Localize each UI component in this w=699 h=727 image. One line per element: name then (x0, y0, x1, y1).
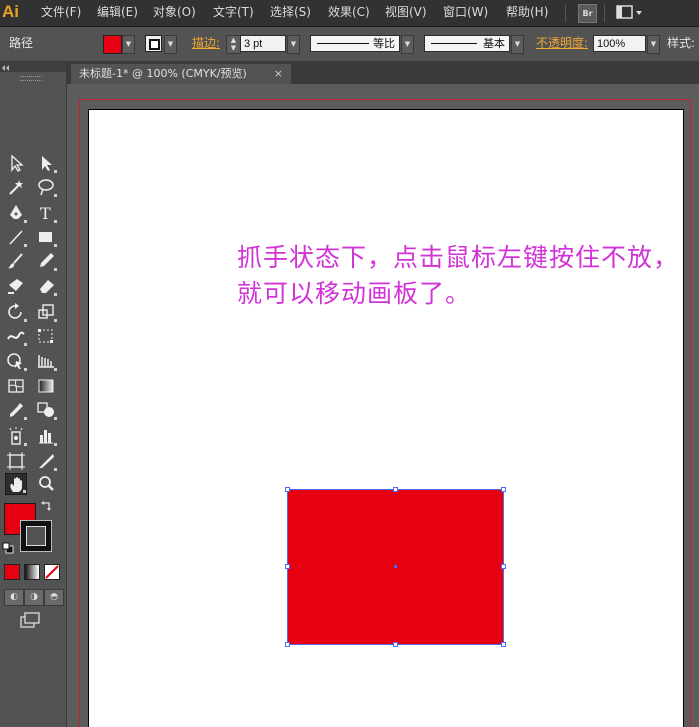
menu-edit[interactable]: 编辑(E) (97, 0, 138, 26)
none-slash-icon (45, 565, 59, 579)
scale-tool-icon[interactable] (35, 301, 57, 323)
selection-tool-icon[interactable] (5, 152, 27, 174)
gradient-tool-icon[interactable] (35, 375, 57, 397)
draw-inside-button[interactable]: ◓ (44, 589, 64, 606)
stroke-dropdown-arrow[interactable]: ▼ (164, 35, 177, 54)
brush-dropdown[interactable]: ▼ (511, 35, 524, 54)
menu-bar: Ai 文件(F) 编辑(E) 对象(O) 文字(T) 选择(S) 效果(C) 视… (0, 0, 699, 27)
workspace-layout-icon (616, 5, 642, 19)
menu-effect[interactable]: 效果(C) (328, 0, 370, 26)
selection-handle[interactable] (285, 487, 290, 492)
menu-view[interactable]: 视图(V) (385, 0, 427, 26)
line-segment-tool-icon[interactable] (5, 226, 27, 248)
svg-text:T: T (40, 204, 51, 223)
none-mode-button[interactable] (44, 564, 60, 580)
default-fill-stroke-icon[interactable] (2, 542, 14, 554)
blend-tool-icon[interactable] (35, 399, 57, 421)
tools-panel: T ◐ ◑ ◓ (0, 62, 67, 727)
variable-width-profile[interactable]: 等比 (310, 35, 400, 52)
brush-line-preview (431, 43, 477, 44)
eyedropper-tool-icon[interactable] (5, 399, 27, 421)
selection-type-label: 路径 (9, 36, 34, 50)
bridge-button[interactable]: Br (578, 4, 597, 23)
width-tool-icon[interactable] (5, 325, 27, 347)
profile-line-preview (317, 43, 369, 44)
menu-divider (604, 4, 605, 22)
selection-handle[interactable] (501, 487, 506, 492)
symbol-sprayer-tool-icon[interactable] (5, 425, 27, 447)
magic-wand-tool-icon[interactable] (5, 176, 27, 198)
instruction-text: 抓手状态下，点击鼠标左键按住不放，就可以移动画板了。 (237, 243, 680, 308)
stroke-weight-dropdown[interactable]: ▼ (287, 35, 300, 54)
selection-handle[interactable] (393, 487, 398, 492)
stroke-color-box[interactable] (20, 520, 52, 552)
color-mode-button[interactable] (4, 564, 20, 580)
selection-handle[interactable] (285, 564, 290, 569)
brush-definition[interactable]: 基本 (424, 35, 510, 52)
stroke-color-swatch[interactable] (145, 35, 162, 52)
zoom-tool-icon[interactable] (35, 473, 57, 495)
artboard-tool-icon[interactable] (5, 450, 27, 472)
workspace-switcher[interactable] (616, 4, 644, 21)
menu-object[interactable]: 对象(O) (153, 0, 196, 26)
draw-behind-button[interactable]: ◑ (24, 589, 44, 606)
fill-dropdown-arrow[interactable]: ▼ (122, 35, 135, 54)
close-tab-icon[interactable]: × (274, 64, 283, 84)
control-bar: 路径 ▼ ▼ 描边: ▲ ▼ 3 pt ▼ 等比 ▼ 基本 ▼ 不透明度: 100… (0, 27, 699, 62)
brush-label: 基本 (483, 37, 505, 50)
pen-tool-icon[interactable] (5, 202, 27, 224)
rectangle-tool-icon[interactable] (35, 226, 57, 248)
stroke-label[interactable]: 描边: (192, 27, 220, 60)
eraser-tool-icon[interactable] (35, 275, 57, 297)
artboard[interactable]: 抓手状态下，点击鼠标左键按住不放，就可以移动画板了。 (88, 109, 684, 727)
rotate-tool-icon[interactable] (5, 301, 27, 323)
tools-panel-header[interactable] (0, 62, 66, 72)
lasso-tool-icon[interactable] (35, 176, 57, 198)
menu-file[interactable]: 文件(F) (41, 0, 81, 26)
document-tab[interactable]: 未标题-1* @ 100% (CMYK/预览) × (71, 64, 291, 84)
gradient-mode-button[interactable] (24, 564, 40, 580)
stroke-weight-spinner[interactable]: ▲ ▼ (226, 35, 241, 54)
profile-dropdown[interactable]: ▼ (401, 35, 414, 54)
pencil-tool-icon[interactable] (35, 250, 57, 272)
menu-divider (565, 4, 566, 22)
perspective-grid-tool-icon[interactable] (35, 350, 57, 372)
opacity-field[interactable]: 100% (593, 35, 646, 52)
draw-normal-button[interactable]: ◐ (4, 589, 24, 606)
type-tool-icon[interactable]: T (35, 202, 57, 224)
menu-select[interactable]: 选择(S) (270, 0, 311, 26)
collapse-panel-icon[interactable] (0, 63, 14, 73)
free-transform-tool-icon[interactable] (35, 325, 57, 347)
canvas-area[interactable]: 抓手状态下，点击鼠标左键按住不放，就可以移动画板了。 (67, 84, 699, 727)
style-label: 样式: (667, 36, 696, 50)
column-graph-tool-icon[interactable] (35, 425, 57, 447)
fill-color-swatch[interactable] (103, 35, 122, 54)
menu-window[interactable]: 窗口(W) (443, 0, 488, 26)
selection-handle[interactable] (285, 642, 290, 647)
menu-help[interactable]: 帮助(H) (506, 0, 548, 26)
shape-builder-tool-icon[interactable] (5, 350, 27, 372)
document-tab-title: 未标题-1* @ 100% (CMYK/预览) (79, 67, 247, 80)
blob-brush-tool-icon[interactable] (5, 275, 27, 297)
slice-tool-icon[interactable] (35, 450, 57, 472)
direct-selection-tool-icon[interactable] (35, 152, 57, 174)
menu-type[interactable]: 文字(T) (213, 0, 254, 26)
hand-tool-icon[interactable] (5, 473, 27, 495)
selection-handle[interactable] (501, 642, 506, 647)
panel-grip[interactable] (20, 76, 42, 81)
mesh-tool-icon[interactable] (5, 375, 27, 397)
profile-label: 等比 (373, 37, 395, 50)
selection-handle[interactable] (501, 564, 506, 569)
document-tab-bar: 未标题-1* @ 100% (CMYK/预览) × (67, 62, 699, 84)
opacity-label[interactable]: 不透明度: (536, 27, 588, 60)
selection-center-point (394, 565, 397, 568)
stroke-weight-field[interactable]: 3 pt (240, 35, 286, 52)
paintbrush-tool-icon[interactable] (5, 250, 27, 272)
swap-fill-stroke-icon[interactable] (40, 499, 54, 513)
selection-handle[interactable] (393, 642, 398, 647)
opacity-dropdown[interactable]: ▼ (647, 35, 660, 54)
app-logo: Ai (2, 2, 19, 21)
screen-mode-icon[interactable] (18, 610, 42, 630)
